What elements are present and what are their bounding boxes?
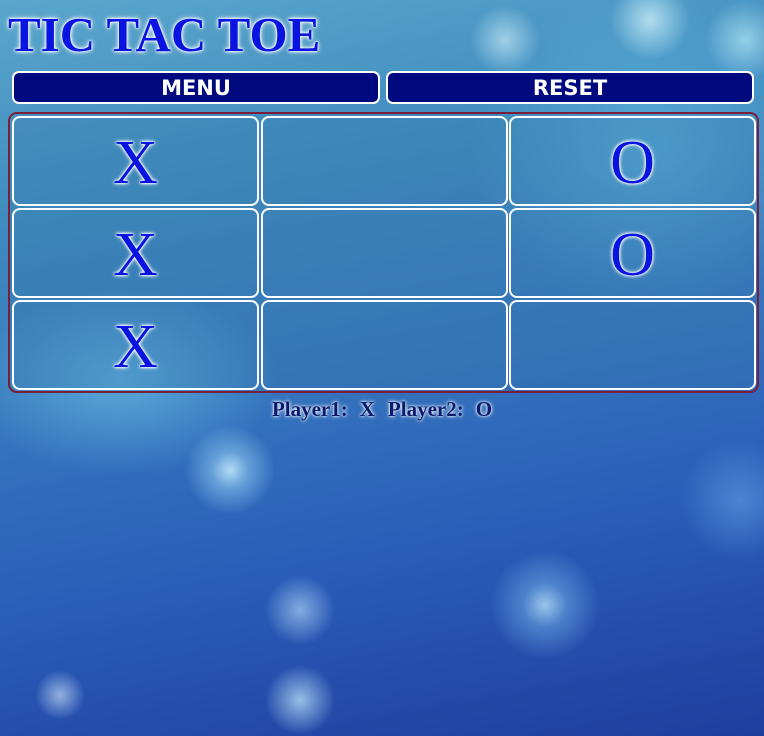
board-cell-r2-c3[interactable]: O	[509, 208, 756, 298]
board-cell-r2-c2[interactable]	[261, 208, 508, 298]
player-status: Player1: X Player2: O	[0, 397, 764, 422]
board-cell-r1-c3[interactable]: O	[509, 116, 756, 206]
board-cell-r3-c2[interactable]	[261, 300, 508, 390]
player1-label: Player1:	[271, 397, 348, 421]
player2-mark: O	[475, 397, 493, 421]
player1-mark: X	[359, 397, 375, 421]
board-cell-r2-c1[interactable]: X	[12, 208, 259, 298]
game-title: TIC TAC TOE	[8, 7, 321, 62]
board-cell-r3-c3[interactable]	[509, 300, 756, 390]
reset-button[interactable]: RESET	[386, 71, 754, 104]
board-cell-r3-c1[interactable]: X	[12, 300, 259, 390]
board-cell-r1-c1[interactable]: X	[12, 116, 259, 206]
menu-button[interactable]: MENU	[12, 71, 380, 104]
player2-label: Player2:	[387, 397, 464, 421]
board-cell-r1-c2[interactable]	[261, 116, 508, 206]
game-board: X O X O X	[8, 112, 759, 393]
